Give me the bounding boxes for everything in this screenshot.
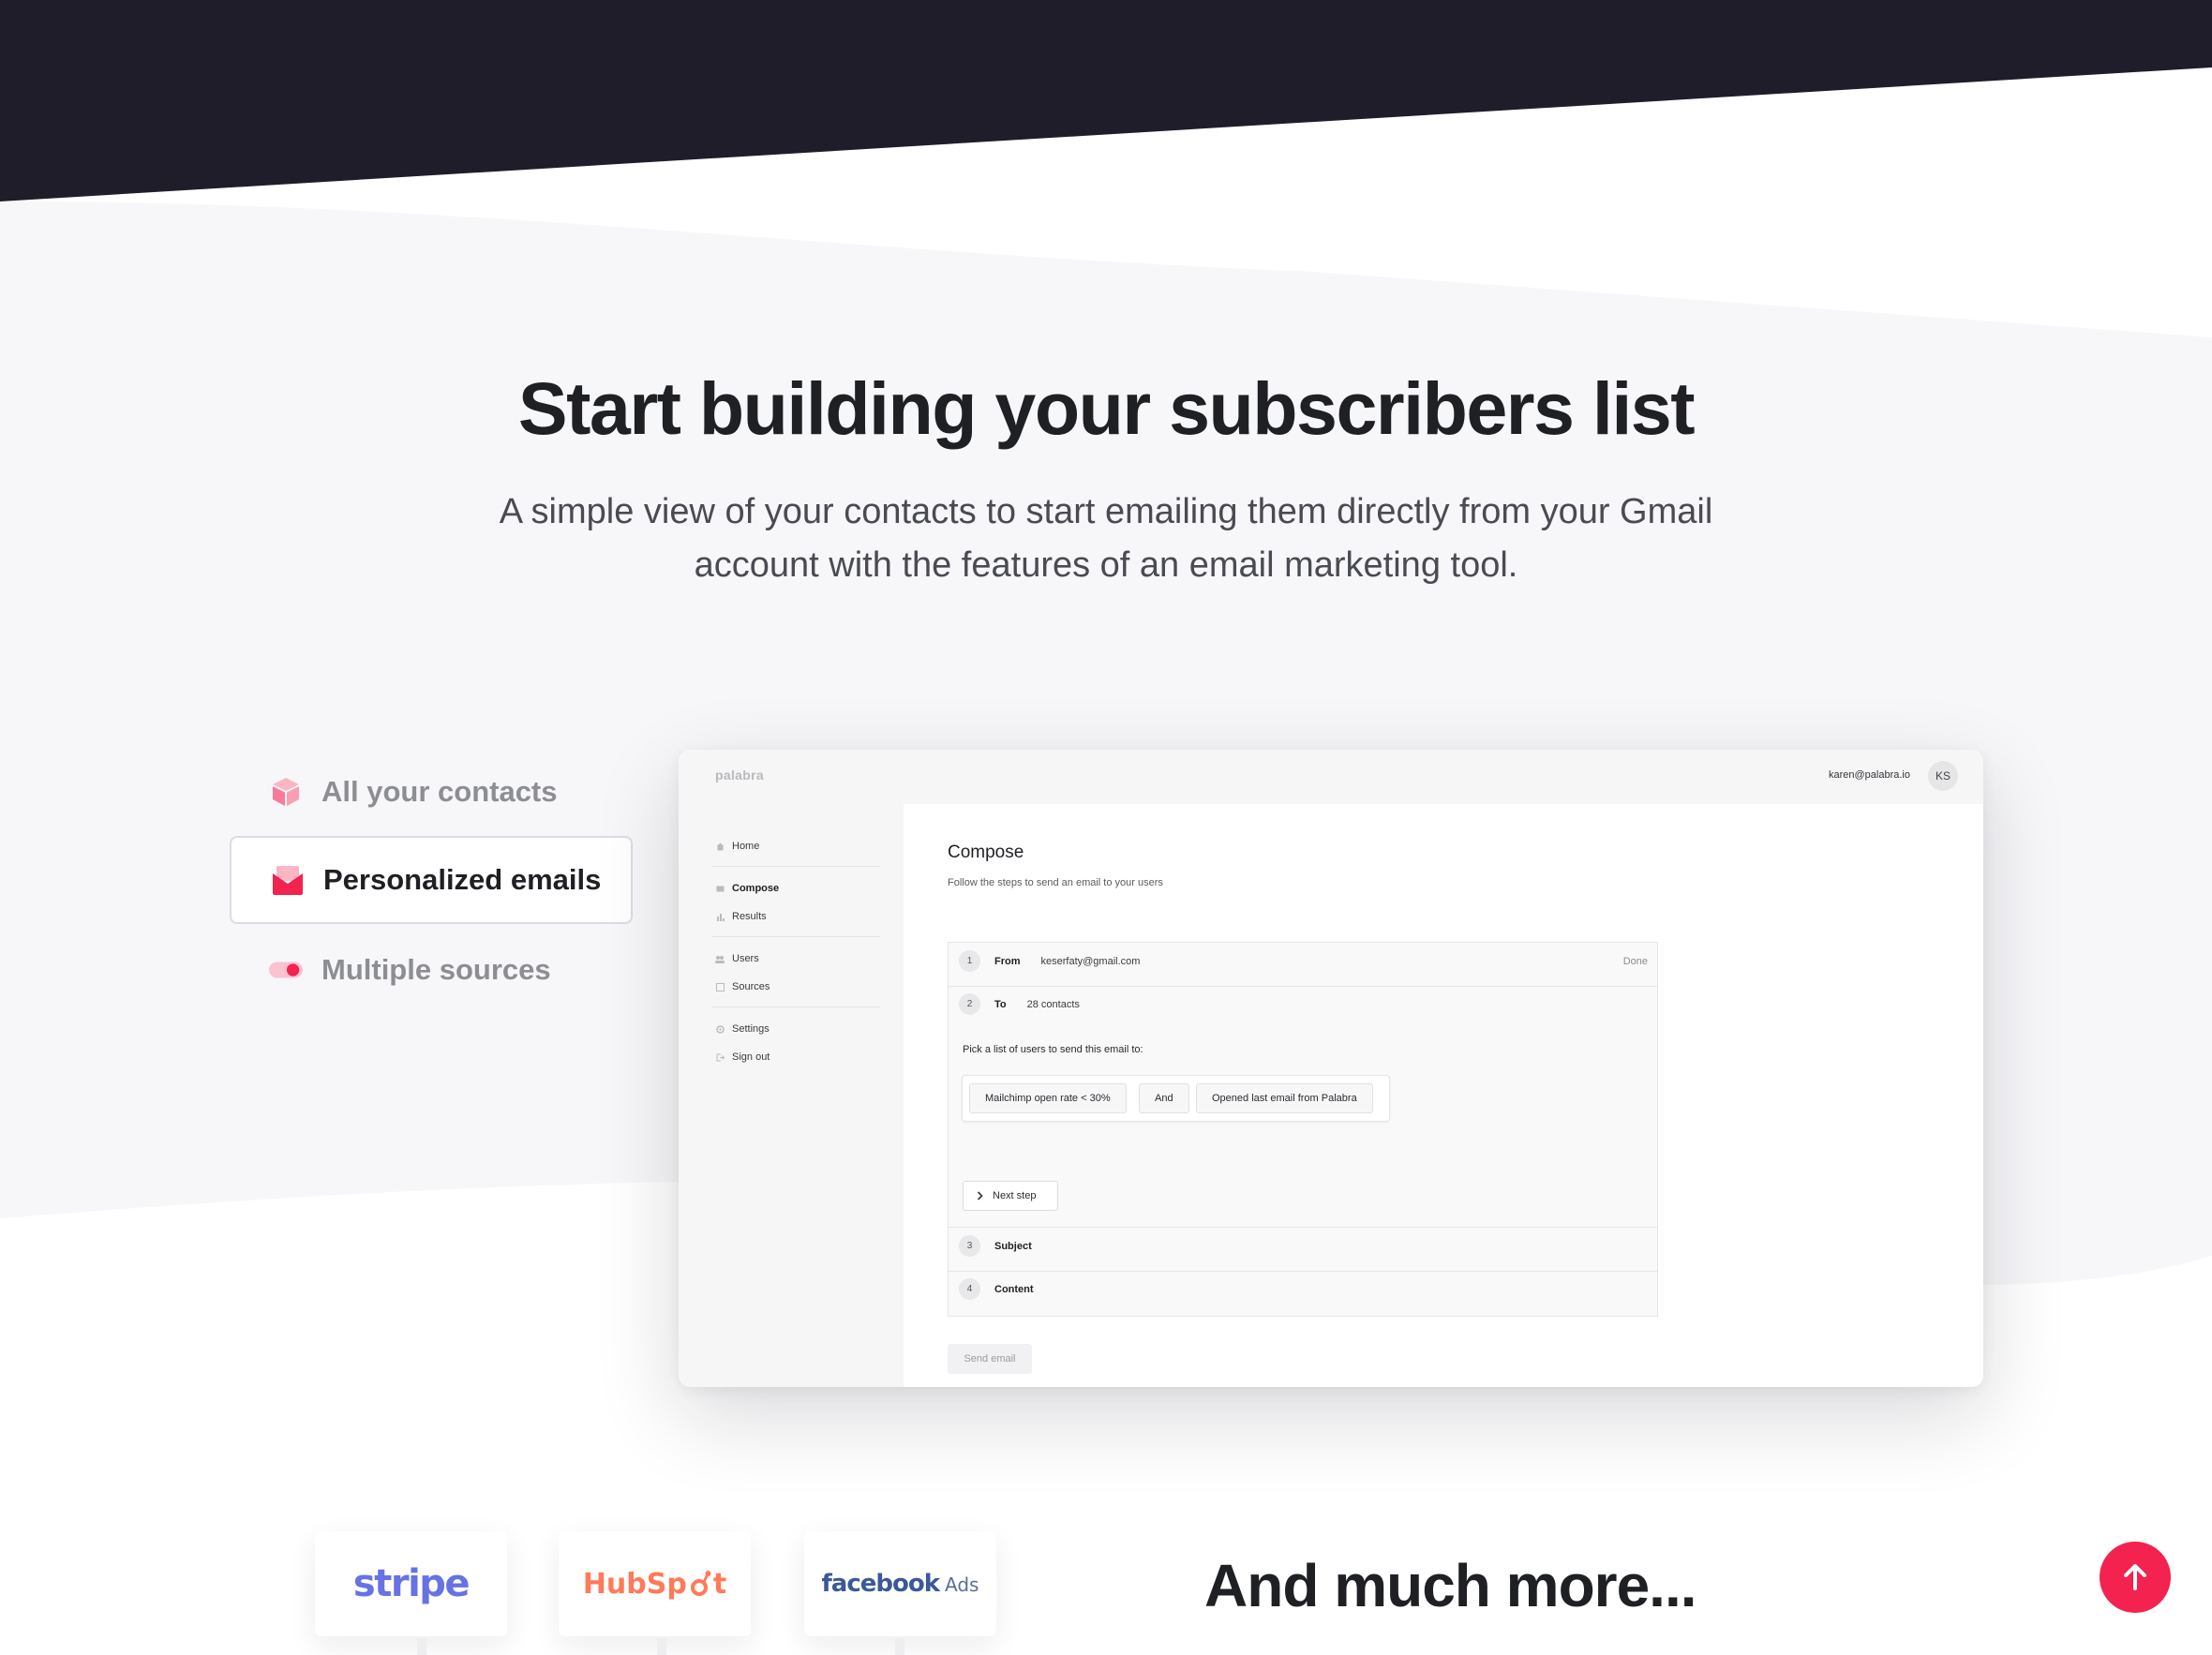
step-to[interactable]: 2 To 28 contacts bbox=[949, 993, 1657, 1015]
pick-list-label: Pick a list of users to send this email … bbox=[963, 1044, 1143, 1055]
step-label: To bbox=[994, 998, 1007, 1010]
sidebar-item-label: Sources bbox=[732, 981, 770, 992]
sidebar-item-label: Results bbox=[732, 911, 767, 922]
step-label: Subject bbox=[994, 1240, 1032, 1252]
feature-tab-personalized-emails[interactable]: Personalized emails bbox=[230, 836, 633, 924]
sidebar-item-sign-out[interactable]: Sign out bbox=[711, 1043, 880, 1071]
sidebar-item-label: Compose bbox=[732, 883, 780, 894]
step-number: 1 bbox=[959, 950, 980, 972]
step-value: keserfaty@gmail.com bbox=[1040, 955, 1141, 967]
facebook-ads-logo-card: facebook Ads bbox=[804, 1531, 996, 1636]
user-email: karen@palabra.io bbox=[1829, 769, 1910, 781]
sidebar-item-sources[interactable]: Sources bbox=[711, 973, 880, 1001]
sidebar-item-label: Home bbox=[732, 841, 760, 852]
card-stem bbox=[895, 1638, 904, 1655]
divider bbox=[711, 936, 880, 937]
sidebar-item-settings[interactable]: Settings bbox=[711, 1015, 880, 1043]
stripe-logo-card: stripe bbox=[315, 1531, 507, 1636]
step-number: 2 bbox=[959, 993, 980, 1015]
segment-chip[interactable]: Mailchimp open rate < 30% bbox=[969, 1083, 1127, 1113]
bar-chart-icon bbox=[715, 912, 725, 921]
step-content[interactable]: 4 Content bbox=[949, 1278, 1657, 1300]
step-number: 4 bbox=[959, 1278, 980, 1300]
app-screenshot: palabra karen@palabra.io KS Home Compose… bbox=[679, 750, 1983, 1387]
step-status: Done bbox=[1622, 955, 1648, 967]
segment-builder: Mailchimp open rate < 30% And Opened las… bbox=[962, 1075, 1390, 1122]
divider bbox=[711, 866, 880, 867]
sidebar-nav: Home Compose Results Users Sources Setti… bbox=[711, 832, 880, 1071]
avatar[interactable]: KS bbox=[1928, 761, 1958, 791]
compose-steps: 1 From keserfaty@gmail.com Done 2 To 28 … bbox=[948, 942, 1658, 1317]
sidebar-item-label: Sign out bbox=[732, 1051, 770, 1063]
step-label: Content bbox=[994, 1283, 1034, 1295]
sidebar-item-compose[interactable]: Compose bbox=[711, 874, 880, 902]
divider bbox=[949, 986, 1657, 987]
sidebar-item-label: Users bbox=[732, 953, 759, 964]
divider bbox=[711, 1006, 880, 1007]
feature-label: Multiple sources bbox=[321, 953, 551, 986]
gear-icon bbox=[715, 1024, 725, 1034]
sidebar-item-label: Settings bbox=[732, 1023, 770, 1035]
arrow-up-icon bbox=[2124, 1564, 2146, 1590]
divider bbox=[949, 1271, 1657, 1272]
step-label: From bbox=[994, 955, 1021, 967]
grid-icon bbox=[715, 982, 725, 992]
page-subtitle: A simple view of your contacts to start … bbox=[499, 492, 1713, 585]
next-step-button[interactable]: Next step bbox=[963, 1181, 1058, 1211]
stripe-logo: stripe bbox=[352, 1562, 471, 1605]
feature-tab-all-contacts[interactable]: All your contacts bbox=[230, 748, 633, 836]
card-stem bbox=[417, 1638, 426, 1655]
feature-label: Personalized emails bbox=[323, 863, 602, 896]
facebook-logo-text: facebook bbox=[821, 1570, 941, 1598]
compose-subtitle: Follow the steps to send an email to you… bbox=[948, 877, 1163, 888]
facebook-ads-logo: facebook Ads bbox=[822, 1570, 979, 1598]
step-from[interactable]: 1 From keserfaty@gmail.com Done bbox=[949, 950, 1657, 972]
home-icon bbox=[715, 842, 725, 851]
send-email-button[interactable]: Send email bbox=[948, 1344, 1032, 1374]
next-step-label: Next step bbox=[993, 1190, 1037, 1201]
hubspot-logo: HubSp t bbox=[583, 1568, 726, 1601]
compose-title: Compose bbox=[948, 842, 1024, 862]
step-value: 28 contacts bbox=[1026, 998, 1080, 1010]
sidebar-item-results[interactable]: Results bbox=[711, 902, 880, 931]
envelope-icon bbox=[271, 863, 305, 897]
feature-label: All your contacts bbox=[321, 775, 558, 808]
ads-logo-text: Ads bbox=[945, 1573, 979, 1596]
step-subject[interactable]: 3 Subject bbox=[949, 1235, 1657, 1257]
cube-icon bbox=[269, 775, 303, 809]
segment-chip[interactable]: Opened last email from Palabra bbox=[1196, 1083, 1373, 1113]
mail-icon bbox=[715, 884, 725, 893]
operator-chip[interactable]: And bbox=[1139, 1083, 1189, 1113]
divider bbox=[949, 1227, 1657, 1228]
sprocket-icon bbox=[690, 1571, 711, 1596]
hubspot-logo-text: t bbox=[712, 1567, 727, 1601]
compose-panel: Compose Follow the steps to send an emai… bbox=[904, 804, 1983, 1387]
step-number: 3 bbox=[959, 1235, 980, 1257]
hubspot-logo-text: HubSp bbox=[582, 1567, 687, 1601]
users-icon bbox=[715, 954, 725, 963]
more-integrations-heading: And much more... bbox=[1204, 1552, 1696, 1619]
scroll-to-top-button[interactable] bbox=[2100, 1542, 2171, 1613]
toggle-icon bbox=[269, 953, 303, 987]
sidebar-item-home[interactable]: Home bbox=[711, 832, 880, 860]
feature-tab-multiple-sources[interactable]: Multiple sources bbox=[230, 926, 633, 1014]
card-stem bbox=[657, 1638, 666, 1655]
hubspot-logo-card: HubSp t bbox=[559, 1531, 751, 1636]
page-title: Start building your subscribers list bbox=[517, 366, 1696, 450]
sidebar-item-users[interactable]: Users bbox=[711, 945, 880, 973]
chevron-right-icon bbox=[977, 1191, 983, 1200]
app-logo: palabra bbox=[715, 768, 764, 783]
sign-out-icon bbox=[715, 1052, 725, 1062]
